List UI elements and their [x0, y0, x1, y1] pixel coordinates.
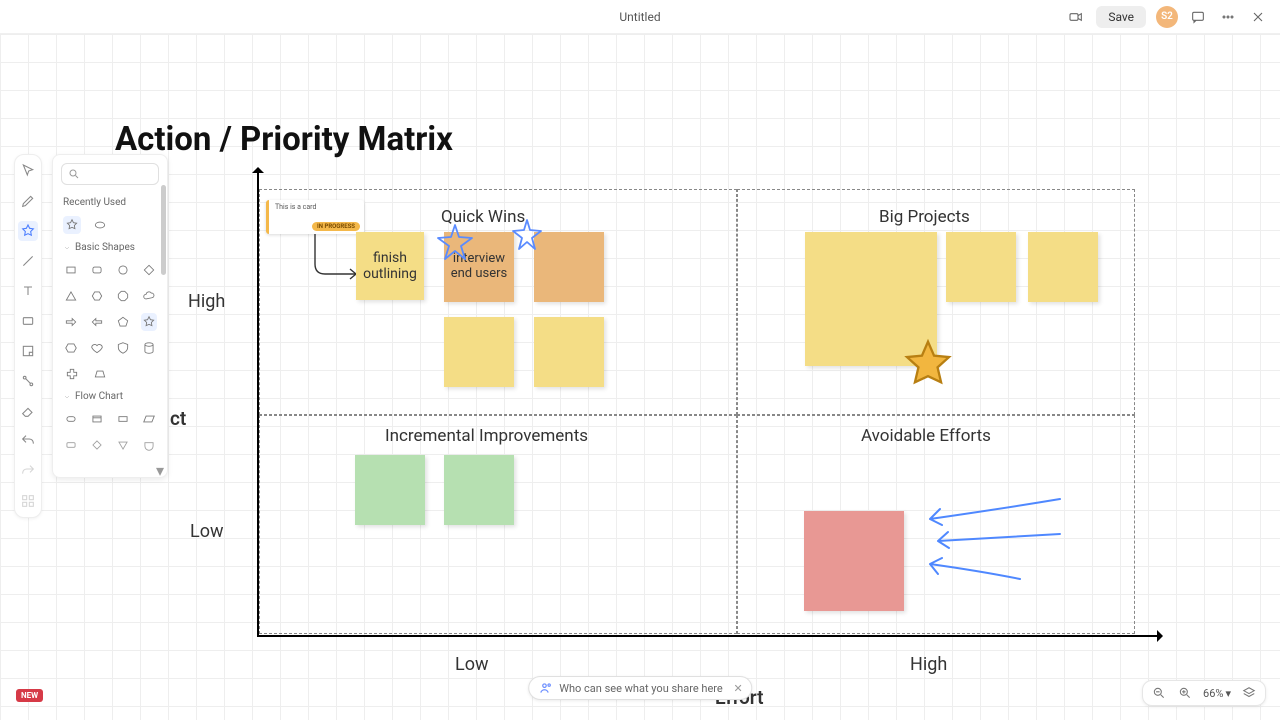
line-tool[interactable]: [18, 251, 38, 271]
diamond-icon[interactable]: [141, 261, 157, 279]
share-pill[interactable]: Who can see what you share here ✕: [528, 676, 752, 700]
arrow-right-icon[interactable]: [63, 313, 79, 331]
heart-icon[interactable]: [89, 339, 105, 357]
rect-icon[interactable]: [63, 261, 79, 279]
fc1-icon[interactable]: [63, 410, 79, 428]
card-tool[interactable]: [18, 311, 38, 331]
fc6-icon[interactable]: [89, 436, 105, 454]
star-icon[interactable]: [141, 313, 157, 331]
zoom-in-icon[interactable]: [1177, 685, 1193, 701]
video-icon[interactable]: [1066, 7, 1086, 27]
share-text: Who can see what you share here: [559, 682, 723, 695]
sticky-red[interactable]: [804, 511, 904, 611]
card-connector: [310, 232, 360, 282]
redo-tool[interactable]: [18, 461, 38, 481]
sticky-finish-outlining[interactable]: finish outlining: [356, 232, 424, 300]
roundrect-icon[interactable]: [89, 261, 105, 279]
hex2-icon[interactable]: [63, 339, 79, 357]
plus-icon[interactable]: [63, 365, 81, 383]
sketch-arrows: [910, 489, 1070, 589]
close-icon[interactable]: [1248, 7, 1268, 27]
octagon-icon[interactable]: [115, 287, 131, 305]
ellipse-shape-icon[interactable]: [91, 216, 109, 234]
q4-label[interactable]: Avoidable Efforts: [861, 426, 991, 446]
circle-icon[interactable]: [115, 261, 131, 279]
basic-shapes-label[interactable]: Basic Shapes: [53, 238, 167, 257]
x-axis: [257, 635, 1161, 637]
pentagon-icon[interactable]: [115, 313, 131, 331]
sticky-green-1[interactable]: [355, 455, 425, 525]
zoom-percent[interactable]: 66%▾: [1203, 687, 1231, 700]
tool-toolbar: [14, 154, 42, 518]
zoom-out-icon[interactable]: [1151, 685, 1167, 701]
eraser-tool[interactable]: [18, 401, 38, 421]
fc5-icon[interactable]: [63, 436, 79, 454]
star-shape-icon[interactable]: [63, 216, 81, 234]
panel-scrollbar[interactable]: [161, 185, 166, 275]
document-title[interactable]: Untitled: [619, 10, 660, 24]
shape-panel: Recently Used Basic Shapes: [52, 154, 168, 478]
card[interactable]: This is a card IN PROGRESS: [266, 200, 364, 234]
avatar[interactable]: S2: [1156, 6, 1178, 28]
undo-tool[interactable]: [18, 431, 38, 451]
fc3-icon[interactable]: [115, 410, 131, 428]
cylinder-icon[interactable]: [141, 339, 157, 357]
pencil-tool[interactable]: [18, 191, 38, 211]
more-icon[interactable]: [1218, 7, 1238, 27]
diagram-title[interactable]: Action / Priority Matrix: [115, 120, 453, 159]
shield-icon[interactable]: [115, 339, 131, 357]
zoom-dock: 66%▾: [1142, 680, 1266, 706]
fc8-icon[interactable]: [141, 436, 157, 454]
sketch-star-1: [430, 220, 480, 270]
q3-label[interactable]: Incremental Improvements: [385, 426, 588, 446]
y-high-label: High: [188, 291, 225, 312]
cloud-icon[interactable]: [141, 287, 157, 305]
hexagon-icon[interactable]: [89, 287, 105, 305]
gold-star[interactable]: [900, 337, 956, 393]
share-close-icon[interactable]: ✕: [734, 682, 743, 695]
y-low-label: Low: [190, 521, 224, 542]
shapes-tool[interactable]: [18, 221, 38, 241]
sticky-yellow-1[interactable]: [444, 317, 514, 387]
sticky-yellow-2[interactable]: [534, 317, 604, 387]
fc7-icon[interactable]: [115, 436, 131, 454]
sticky-green-2[interactable]: [444, 455, 514, 525]
fc4-icon[interactable]: [141, 410, 157, 428]
flowchart-label[interactable]: Flow Chart: [53, 387, 167, 406]
x-low-label: Low: [455, 654, 489, 675]
panel-expand-icon[interactable]: ▾: [153, 463, 167, 477]
recently-used-label: Recently Used: [53, 193, 167, 212]
card-tag: IN PROGRESS: [312, 222, 360, 231]
new-badge[interactable]: NEW: [16, 689, 43, 702]
arrow-left-icon[interactable]: [89, 313, 105, 331]
shape-search[interactable]: [61, 163, 159, 185]
sketch-star-2: [506, 216, 548, 258]
y-axis-title-partial: ct: [170, 407, 186, 430]
text-tool[interactable]: [18, 281, 38, 301]
pointer-tool[interactable]: [18, 161, 38, 181]
card-text: This is a card: [275, 203, 358, 211]
sticky-big-2[interactable]: [946, 232, 1016, 302]
layers-icon[interactable]: [1241, 685, 1257, 701]
chat-icon[interactable]: [1188, 7, 1208, 27]
fc2-icon[interactable]: [89, 410, 105, 428]
templates-tool[interactable]: [18, 491, 38, 511]
canvas[interactable]: Recently Used Basic Shapes: [0, 34, 1280, 720]
connector-tool[interactable]: [18, 371, 38, 391]
trapezoid-icon[interactable]: [91, 365, 109, 383]
x-high-label: High: [910, 654, 947, 675]
sticky-big-3[interactable]: [1028, 232, 1098, 302]
sticky-tool[interactable]: [18, 341, 38, 361]
save-button[interactable]: Save: [1096, 6, 1146, 28]
triangle-icon[interactable]: [63, 287, 79, 305]
topbar: Untitled Save S2: [0, 0, 1280, 34]
q2-label[interactable]: Big Projects: [879, 207, 970, 227]
